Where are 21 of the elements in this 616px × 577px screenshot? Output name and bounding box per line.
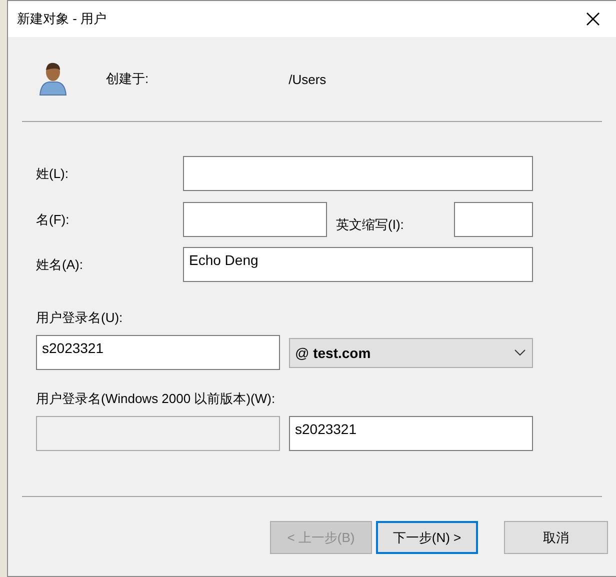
container-path: /Users (288, 72, 326, 86)
initials-field[interactable] (454, 202, 533, 237)
close-icon (586, 12, 600, 26)
domain-dropdown[interactable]: @ test.com (289, 338, 533, 368)
legacy-logon-field[interactable]: s2023321 (289, 416, 533, 451)
user-icon (39, 61, 67, 97)
first-name-field[interactable] (183, 202, 327, 237)
created-in-label: 创建于: (106, 70, 149, 88)
wizard-button[interactable]: 下一步(N) > (376, 521, 478, 554)
field-label: 英文缩写(I): (336, 216, 405, 234)
full-name-field[interactable]: Echo Deng (183, 247, 533, 282)
window-title: 新建对象 - 用户 (17, 10, 107, 28)
last-name-field[interactable] (183, 156, 533, 191)
wizard-button[interactable]: 取消 (504, 521, 608, 554)
logon-name-field[interactable]: s2023321 (36, 335, 280, 370)
field-label: 用户登录名(Windows 2000 以前版本)(W): (36, 390, 276, 408)
field-label: 用户登录名(U): (36, 309, 123, 327)
chevron-down-icon (514, 349, 526, 356)
field-label: 名(F): (36, 210, 70, 228)
field-label: 姓(L): (36, 164, 70, 182)
field-label: 姓名(A): (36, 256, 84, 274)
